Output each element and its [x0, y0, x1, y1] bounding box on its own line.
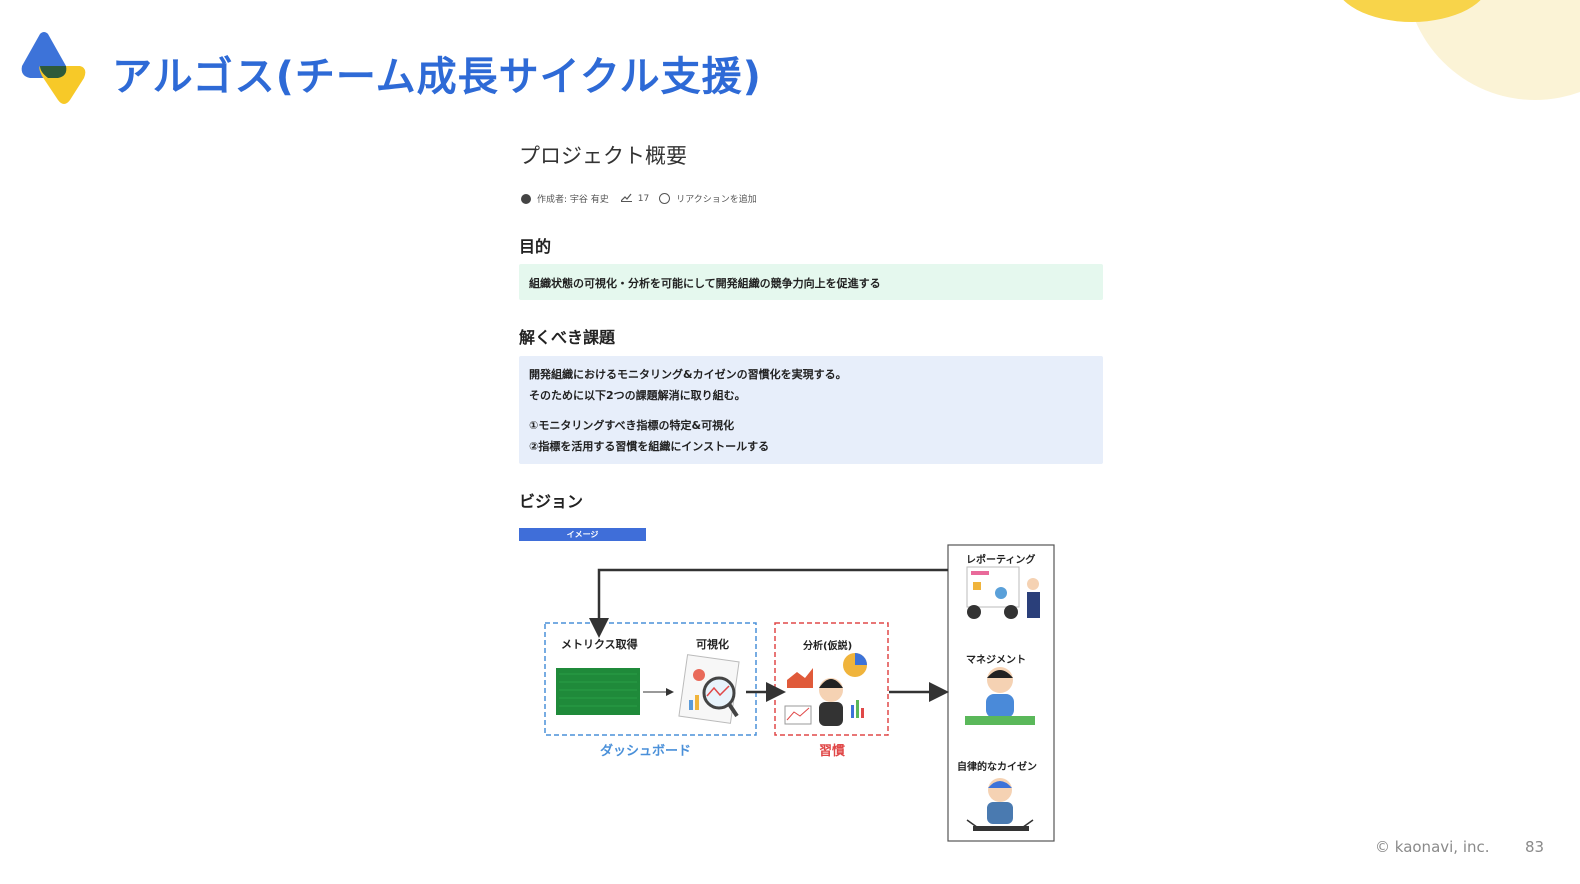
- issue-line: 開発組織におけるモニタリング&カイゼンの習慣化を実現する。: [529, 368, 847, 381]
- corner-decoration: [1343, 0, 1580, 100]
- analytics-icon[interactable]: [620, 193, 632, 205]
- issue-line: ②指標を活用する習慣を組織にインストールする: [529, 440, 770, 453]
- slide-title: アルゴス(チーム成長サイクル支援): [112, 54, 762, 100]
- issue-line: そのために以下2つの課題解消に取り組む。: [529, 389, 746, 402]
- author-avatar-icon: [521, 193, 531, 204]
- author-label: 作成者: 宇谷 有史: [537, 195, 609, 205]
- habit-label: 習慣: [819, 743, 845, 759]
- management-label: マネジメント: [966, 654, 1026, 666]
- issue-line: ①モニタリングすべき指標の特定&可視化: [529, 419, 735, 432]
- issues-heading: 解くべき課題: [519, 328, 616, 347]
- vision-diagram: メトリクス取得 可視化 ダッシュボード 分析(仮説) 習慣 レポーティング マネ…: [544, 544, 1055, 842]
- metrics-matrix-image: [556, 668, 640, 715]
- doc-meta: 作成者: 宇谷 有史 17 リアクションを追加: [521, 192, 757, 205]
- view-count: 17: [637, 193, 650, 204]
- dashboard-label: ダッシュボード: [600, 743, 691, 759]
- visualize-illustration: [678, 654, 740, 724]
- visualize-label: 可視化: [696, 637, 729, 651]
- copyright: © kaonavi, inc.: [1375, 838, 1490, 856]
- page-number: 83: [1525, 838, 1545, 856]
- add-reaction-icon[interactable]: [659, 193, 671, 204]
- purpose-text: 組織状態の可視化・分析を可能にして開発組織の競争力向上を促進する: [529, 277, 881, 290]
- issues-callout: 開発組織におけるモニタリング&カイゼンの習慣化を実現する。 そのために以下2つの…: [519, 356, 1103, 464]
- add-reaction-button[interactable]: リアクションを追加: [676, 192, 757, 205]
- reporting-label: レポーティング: [966, 553, 1035, 566]
- analysis-label: 分析(仮説): [803, 639, 852, 652]
- analysis-illustration: [784, 653, 867, 726]
- vision-heading: ビジョン: [519, 492, 584, 511]
- purpose-heading: 目的: [519, 237, 552, 256]
- doc-title: プロジェクト概要: [519, 144, 687, 168]
- purpose-callout: 組織状態の可視化・分析を可能にして開発組織の競争力向上を促進する: [519, 264, 1103, 300]
- kaizen-label: 自律的なカイゼン: [957, 760, 1037, 773]
- metrics-label: メトリクス取得: [561, 637, 638, 651]
- kaonavi-logo-icon: [21, 32, 86, 104]
